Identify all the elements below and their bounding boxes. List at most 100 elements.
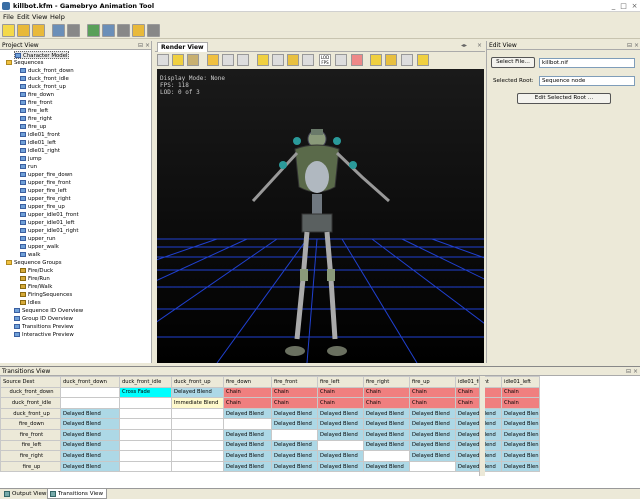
- close-panel-icon[interactable]: ×: [634, 41, 639, 50]
- lod-fps-icon[interactable]: LOD FPS: [319, 54, 331, 66]
- transition-cell[interactable]: Delayed Blen: [501, 460, 540, 473]
- tree-item[interactable]: upper_fire_down: [20, 171, 73, 179]
- close-panel-icon[interactable]: ×: [633, 367, 638, 376]
- bones-icon[interactable]: [272, 54, 284, 66]
- target-icon[interactable]: [385, 54, 397, 66]
- transition-cell[interactable]: [60, 386, 120, 399]
- tree-item[interactable]: fire_down: [20, 91, 54, 99]
- close-button[interactable]: ×: [630, 2, 639, 10]
- menu-file[interactable]: File: [3, 13, 14, 21]
- tree-item[interactable]: FiringSequences: [20, 291, 72, 299]
- tree-icon[interactable]: [87, 24, 100, 37]
- row-header[interactable]: duck_front_down: [0, 386, 61, 399]
- save-all-icon[interactable]: [32, 24, 45, 37]
- transition-cell[interactable]: Delayed Blend: [363, 418, 410, 430]
- column-header[interactable]: duck_front_up: [171, 376, 224, 388]
- orbit-icon[interactable]: [172, 54, 184, 66]
- transition-cell[interactable]: Delayed Blend: [223, 439, 272, 452]
- tree-item[interactable]: upper_idle01_right: [20, 227, 78, 235]
- column-header[interactable]: fire_down: [223, 376, 272, 388]
- snapshot-icon[interactable]: [417, 54, 429, 66]
- row-header[interactable]: fire_up: [0, 460, 61, 473]
- minimize-button[interactable]: _: [609, 2, 618, 10]
- tree-item[interactable]: jump: [20, 155, 42, 163]
- shading-icon[interactable]: [237, 54, 249, 66]
- tree-item[interactable]: run: [20, 163, 37, 171]
- transition-cell[interactable]: Delayed Blend: [317, 407, 364, 420]
- transition-cell[interactable]: [119, 428, 172, 441]
- tree-item[interactable]: duck_front_idle: [20, 75, 69, 83]
- tree-item[interactable]: upper_run: [20, 235, 56, 243]
- tree-item[interactable]: Sequences: [6, 59, 43, 67]
- transition-cell[interactable]: Delayed Blend: [363, 439, 410, 452]
- tree-item[interactable]: Fire/Walk: [20, 283, 52, 291]
- row-header[interactable]: duck_front_idle: [0, 397, 61, 409]
- transition-cell[interactable]: [409, 460, 456, 473]
- selected-root-field[interactable]: Sequence node: [539, 76, 635, 86]
- tree-item[interactable]: idle01_right: [20, 147, 60, 155]
- transition-cell[interactable]: [119, 439, 172, 452]
- transition-cell[interactable]: Delayed Blend: [271, 460, 318, 473]
- transition-cell[interactable]: [119, 397, 172, 409]
- panel-nav-icon[interactable]: ◂▸: [461, 42, 467, 49]
- camera-icon[interactable]: [302, 54, 314, 66]
- transition-cell[interactable]: [171, 450, 224, 462]
- tree-item[interactable]: fire_left: [20, 107, 48, 115]
- transition-cell[interactable]: Delayed Blend: [409, 407, 456, 420]
- transition-cell[interactable]: Delayed Blen: [501, 407, 540, 420]
- transition-cell[interactable]: Chain: [317, 386, 364, 399]
- tree-item[interactable]: duck_front_down: [20, 67, 74, 75]
- transition-cell[interactable]: Delayed Blend: [60, 460, 120, 473]
- tree-item[interactable]: upper_fire_front: [20, 179, 71, 187]
- sequence-icon[interactable]: [52, 24, 65, 37]
- transition-cell[interactable]: Chain: [223, 397, 272, 409]
- transition-cell[interactable]: Chain: [223, 386, 272, 399]
- transition-cell[interactable]: Immediate Blend: [171, 397, 224, 409]
- transition-cell[interactable]: [223, 418, 272, 430]
- file-field[interactable]: killbot.nif: [539, 58, 635, 68]
- tree-item[interactable]: Idles: [20, 299, 41, 307]
- transition-cell[interactable]: Delayed Blend: [317, 460, 364, 473]
- transition-cell[interactable]: Chain: [363, 386, 410, 399]
- tree-item[interactable]: idle01_left: [20, 139, 56, 147]
- column-header[interactable]: fire_right: [363, 376, 410, 388]
- pin-icon[interactable]: ⊟: [627, 41, 632, 50]
- transform-icon[interactable]: [401, 54, 413, 66]
- collision-icon[interactable]: [351, 54, 363, 66]
- tree-item[interactable]: upper_idle01_left: [20, 219, 75, 227]
- transition-cell[interactable]: Delayed Blend: [409, 428, 456, 441]
- tab-output-view[interactable]: Output View: [2, 489, 49, 499]
- transition-cell[interactable]: [317, 439, 364, 452]
- transition-cell[interactable]: Chain: [271, 397, 318, 409]
- transition-cell[interactable]: [119, 418, 172, 430]
- column-header[interactable]: fire_left: [317, 376, 364, 388]
- transition-cell[interactable]: Delayed Blen: [501, 450, 540, 462]
- menu-edit[interactable]: Edit: [17, 13, 30, 21]
- transition-cell[interactable]: Cross Fade: [119, 386, 172, 399]
- transition-cell[interactable]: [271, 428, 318, 441]
- tree-item[interactable]: upper_fire_right: [20, 195, 71, 203]
- row-header[interactable]: fire_left: [0, 439, 61, 452]
- row-header[interactable]: fire_down: [0, 418, 61, 430]
- transition-cell[interactable]: Delayed Blen: [501, 418, 540, 430]
- transition-cell[interactable]: Delayed Blend: [317, 418, 364, 430]
- transition-cell[interactable]: Delayed Blend: [317, 428, 364, 441]
- transition-cell[interactable]: Delayed Blend: [409, 450, 456, 462]
- list-icon[interactable]: [132, 24, 145, 37]
- transition-cell[interactable]: Delayed Blend: [60, 407, 120, 420]
- table-icon[interactable]: [117, 24, 130, 37]
- tree-item[interactable]: Transitions Preview: [14, 323, 74, 331]
- tab-render-view[interactable]: Render View: [157, 42, 208, 52]
- vertical-scrollbar[interactable]: [479, 376, 485, 476]
- panel-icon[interactable]: [147, 24, 160, 37]
- tab-transitions-view[interactable]: Transitions View: [47, 489, 108, 499]
- move-icon[interactable]: [157, 54, 169, 66]
- transition-cell[interactable]: [119, 460, 172, 473]
- transition-cell[interactable]: [171, 428, 224, 441]
- transition-cell[interactable]: Chain: [409, 397, 456, 409]
- close-panel-icon[interactable]: ×: [477, 42, 482, 49]
- tree-item[interactable]: fire_right: [20, 115, 52, 123]
- transition-cell[interactable]: Delayed Blend: [317, 450, 364, 462]
- transition-cell[interactable]: Chain: [271, 386, 318, 399]
- column-header[interactable]: duck_front_idle: [119, 376, 172, 388]
